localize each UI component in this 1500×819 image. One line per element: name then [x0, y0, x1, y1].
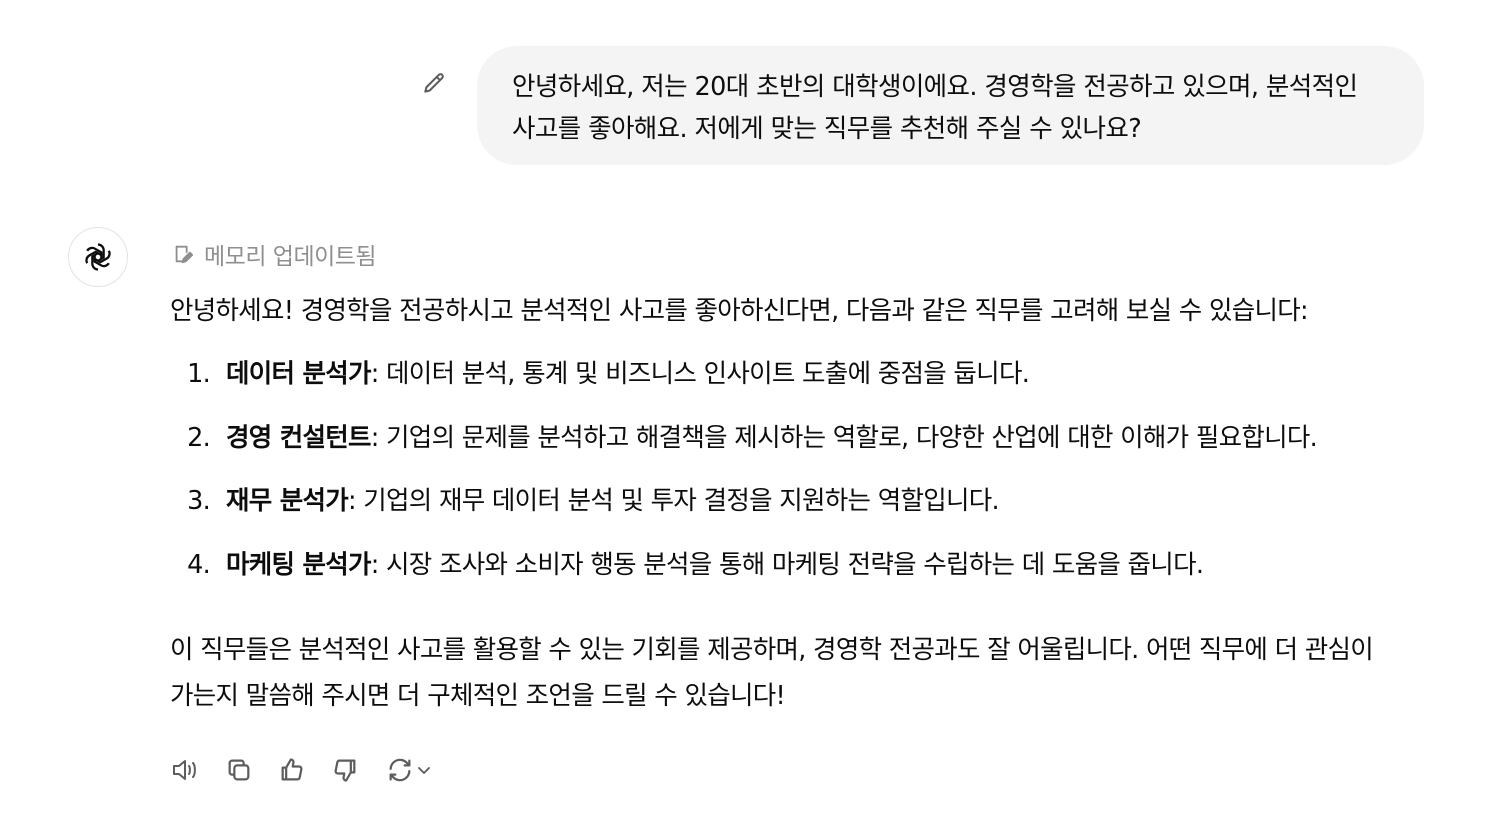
memory-note-icon — [172, 243, 194, 265]
job-title: 경영 컨설턴트 — [226, 422, 371, 453]
user-message-bubble: 안녕하세요, 저는 20대 초반의 대학생이에요. 경영학을 전공하고 있으며,… — [477, 46, 1424, 165]
user-message-text: 안녕하세요, 저는 20대 초반의 대학생이에요. 경영학을 전공하고 있으며,… — [512, 72, 1358, 144]
job-description: : 시장 조사와 소비자 행동 분석을 통해 마케팅 전략을 수립하는 데 도움… — [370, 549, 1204, 580]
chevron-down-icon — [416, 762, 432, 778]
list-item: 2. 경영 컨설턴트: 기업의 문제를 분석하고 해결책을 제시하는 역할로, … — [170, 416, 1318, 480]
job-title: 마케팅 분석가 — [226, 549, 371, 580]
list-number: 1. — [187, 359, 211, 389]
job-recommendation-list: 1. 데이터 분석가: 데이터 분석, 통계 및 비즈니스 인사이트 도출에 중… — [170, 352, 1318, 607]
thumbs-up-icon — [278, 756, 306, 784]
list-item: 4. 마케팅 분석가: 시장 조사와 소비자 행동 분석을 통해 마케팅 전략을… — [170, 543, 1317, 607]
job-title: 데이터 분석가 — [226, 359, 371, 389]
assistant-avatar — [68, 227, 128, 287]
list-item: 1. 데이터 분석가: 데이터 분석, 통계 및 비즈니스 인사이트 도출에 중… — [170, 352, 1317, 416]
copy-button[interactable] — [221, 750, 257, 790]
thumbs-down-icon — [331, 756, 359, 784]
job-description: : 기업의 재무 데이터 분석 및 투자 결정을 지원하는 역할입니다. — [347, 486, 1000, 516]
regenerate-button[interactable] — [380, 750, 438, 790]
bad-response-button[interactable] — [327, 750, 363, 790]
good-response-button[interactable] — [274, 750, 310, 790]
job-description: : 기업의 문제를 분석하고 해결책을 제시하는 역할로, 다양한 산업에 대한… — [370, 422, 1318, 453]
read-aloud-icon — [171, 756, 201, 784]
copy-icon — [225, 756, 253, 784]
list-number: 4. — [187, 549, 211, 580]
memory-updated-indicator[interactable]: 메모리 업데이트됨 — [172, 238, 377, 270]
edit-message-button[interactable] — [416, 66, 452, 102]
assistant-outro-text: 이 직무들은 분석적인 사고를 활용할 수 있는 기회를 제공하며, 경영학 전… — [170, 635, 1374, 711]
regenerate-icon — [386, 756, 414, 784]
read-aloud-button[interactable] — [168, 750, 204, 790]
list-item: 3. 재무 분석가: 기업의 재무 데이터 분석 및 투자 결정을 지원하는 역… — [170, 479, 1317, 543]
assistant-intro-text: 안녕하세요! 경영학을 전공하시고 분석적인 사고를 좋아하신다면, 다음과 같… — [170, 296, 1309, 326]
memory-updated-label: 메모리 업데이트됨 — [204, 244, 377, 270]
openai-logo-icon — [81, 240, 115, 274]
job-title: 재무 분석가 — [226, 486, 349, 516]
pencil-icon — [421, 71, 447, 97]
message-action-bar — [168, 750, 438, 790]
job-description: : 데이터 분석, 통계 및 비즈니스 인사이트 도출에 중점을 둡니다. — [370, 359, 1030, 389]
list-number: 2. — [187, 422, 211, 453]
list-number: 3. — [187, 486, 211, 516]
